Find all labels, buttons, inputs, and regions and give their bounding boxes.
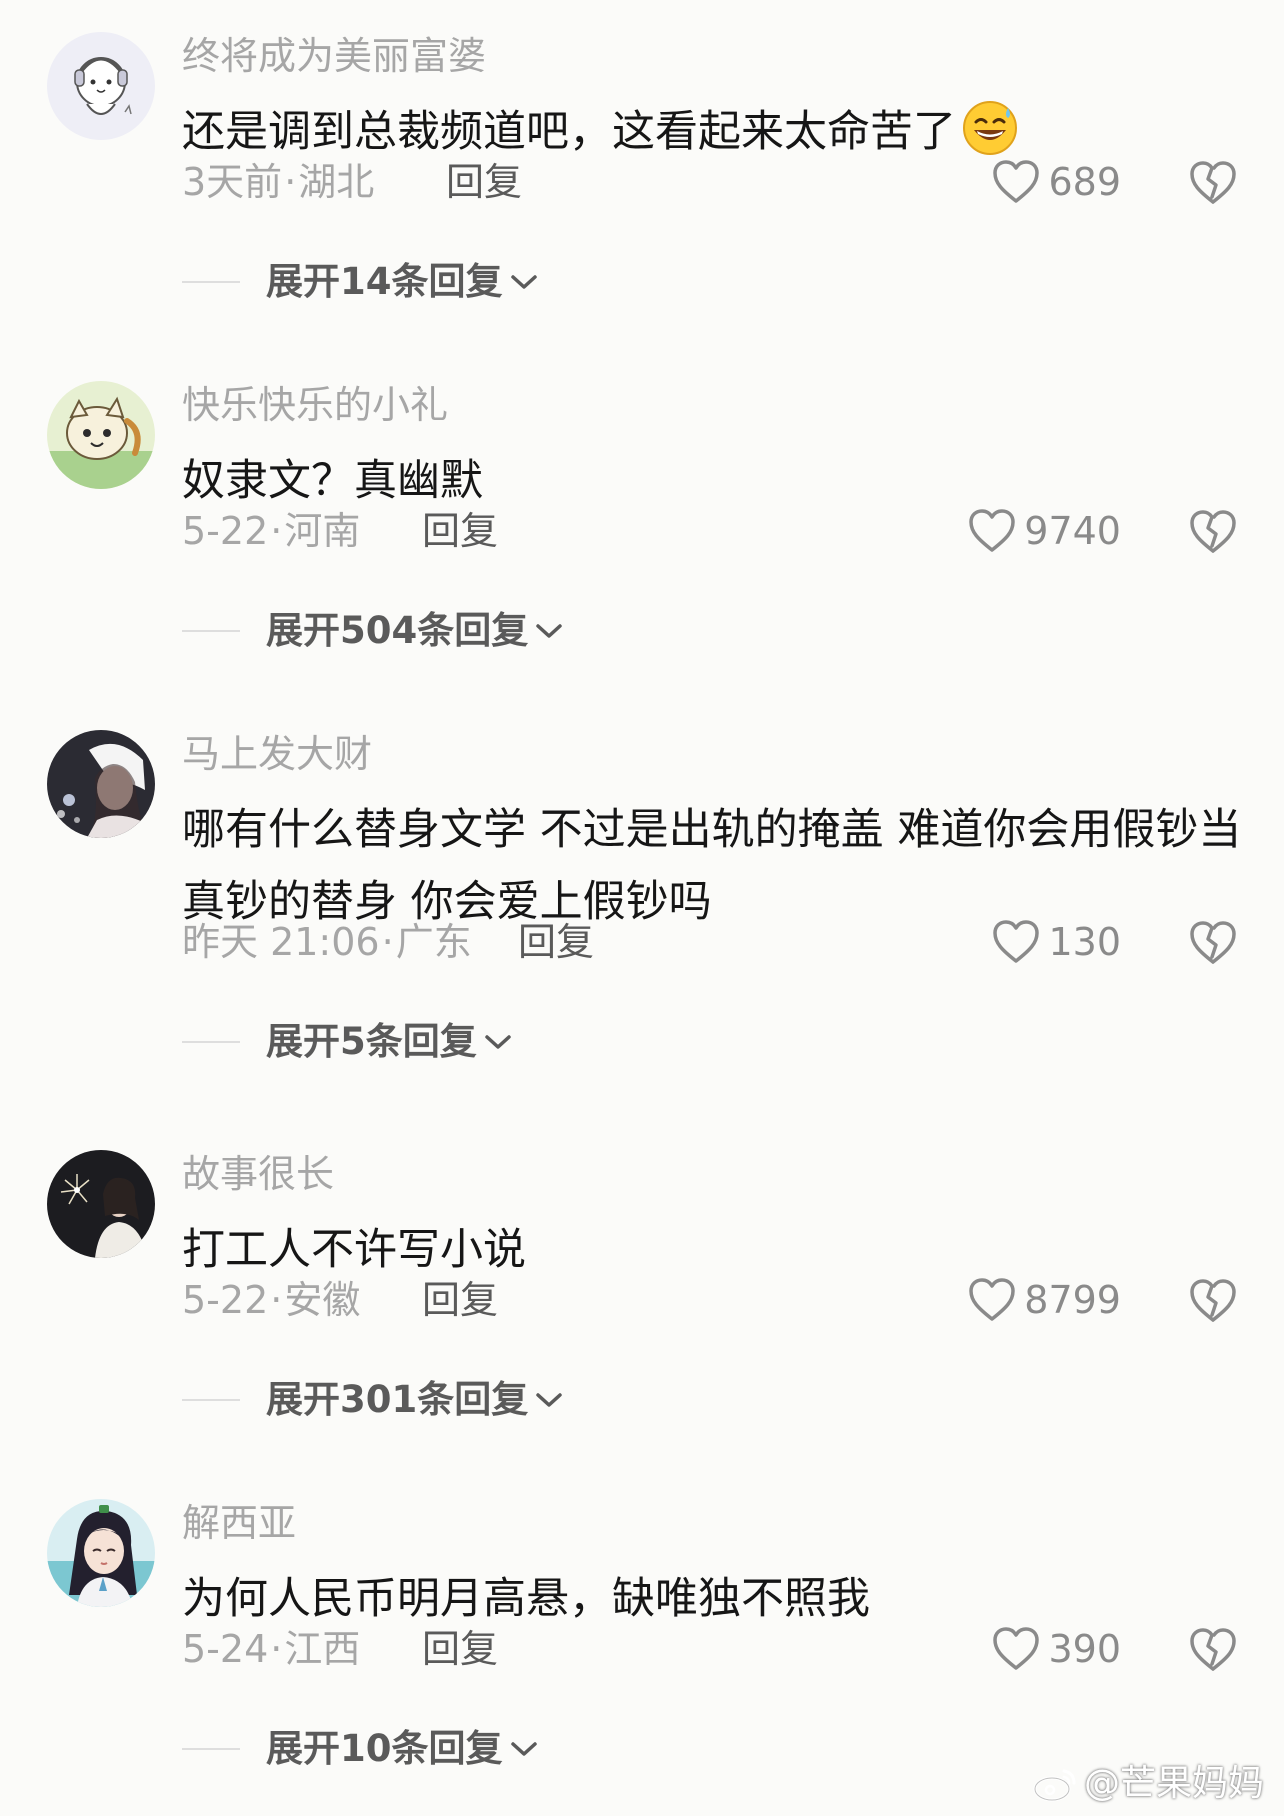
avatar-photo-image	[47, 1150, 155, 1258]
avatar-cat-headphones-image	[47, 32, 155, 140]
meta-separator: ·	[381, 920, 394, 964]
chevron-down-icon	[510, 275, 537, 289]
like-count: 689	[1048, 160, 1121, 204]
meta-separator: ·	[270, 1627, 283, 1671]
reply-button[interactable]: 回复	[422, 1625, 498, 1673]
avatar-photo-image	[47, 730, 155, 838]
chevron-down-icon	[536, 624, 562, 638]
username[interactable]: 快乐快乐的小礼	[182, 381, 448, 429]
user-avatar[interactable]	[47, 32, 155, 140]
comment-location: 安徽	[284, 1278, 361, 1322]
comment-meta: 5-24·江西	[182, 1625, 360, 1673]
comment-text-content: 奴隶文？真幽默	[182, 456, 483, 506]
like-count: 390	[1048, 1627, 1121, 1671]
comment-location: 河南	[284, 509, 361, 553]
user-avatar[interactable]	[47, 1499, 155, 1607]
avatar-cartoon-image	[47, 381, 155, 489]
like-count: 9740	[1024, 509, 1121, 553]
expand-replies-label: 展开10条回复	[266, 1727, 503, 1770]
comment-text-content: 哪有什么替身文学 不过是出轨的掩盖 难道你会用假钞当真钞的替身 你会爱上假钞吗	[182, 805, 1242, 927]
reply-button[interactable]: 回复	[422, 507, 498, 555]
grinning-sweat-emoji-icon	[963, 101, 1017, 155]
like-count: 130	[1048, 920, 1121, 964]
heart-outline-icon	[969, 1278, 1016, 1321]
expand-replies-button[interactable]: 展开5条回复	[182, 1018, 513, 1066]
comment-meta: 3天前·湖北	[182, 158, 374, 206]
heart-outline-icon	[993, 920, 1040, 963]
chevron-down-icon	[510, 1742, 537, 1756]
expand-replies-label: 展开14条回复	[266, 260, 503, 303]
like-button[interactable]: 130	[992, 917, 1121, 967]
meta-separator: ·	[270, 509, 283, 553]
expand-divider	[182, 1748, 240, 1750]
like-button[interactable]: 390	[992, 1624, 1121, 1674]
like-button[interactable]: 9740	[968, 506, 1121, 556]
watermark-text: @芒果妈妈	[1083, 1763, 1264, 1804]
meta-separator: ·	[284, 160, 297, 204]
avatar-anime-image	[47, 1499, 155, 1607]
expand-replies-button[interactable]: 展开14条回复	[182, 258, 539, 306]
comment-meta: 昨天 21:06·广东	[182, 918, 472, 966]
comment-date: 3天前	[182, 160, 283, 204]
watermark: @芒果妈妈	[1032, 1762, 1264, 1806]
user-avatar[interactable]	[47, 381, 155, 489]
expand-divider	[182, 281, 240, 283]
comment-location: 江西	[284, 1627, 361, 1671]
expand-divider	[182, 1041, 240, 1043]
heart-outline-icon	[993, 1627, 1040, 1670]
comment-text-content: 还是调到总裁频道吧，这看起来太命苦了	[182, 107, 956, 157]
comment-meta: 5-22·安徽	[182, 1276, 360, 1324]
chevron-down-icon	[485, 1035, 511, 1049]
expand-divider	[182, 1399, 240, 1401]
heart-outline-icon	[993, 160, 1040, 203]
username[interactable]: 解西亚	[182, 1499, 296, 1547]
comment-meta: 5-22·河南	[182, 507, 360, 555]
user-avatar[interactable]	[47, 1150, 155, 1258]
user-avatar[interactable]	[47, 730, 155, 838]
expand-replies-label: 展开301条回复	[266, 1378, 529, 1421]
expand-replies-button[interactable]: 展开10条回复	[182, 1725, 539, 1773]
username[interactable]: 马上发大财	[182, 730, 372, 778]
like-button[interactable]: 689	[992, 157, 1121, 207]
reply-button[interactable]: 回复	[518, 918, 594, 966]
broken-heart-icon[interactable]	[1188, 157, 1238, 207]
reply-button[interactable]: 回复	[446, 158, 522, 206]
expand-replies-button[interactable]: 展开504条回复	[182, 607, 564, 655]
like-button[interactable]: 8799	[968, 1275, 1121, 1325]
broken-heart-icon[interactable]	[1188, 506, 1238, 556]
expand-replies-label: 展开504条回复	[266, 609, 529, 652]
chevron-down-icon	[536, 1393, 562, 1407]
comment-text-content: 打工人不许写小说	[182, 1225, 526, 1275]
broken-heart-icon[interactable]	[1188, 917, 1238, 967]
expand-replies-label: 展开5条回复	[266, 1020, 477, 1063]
comment-text-content: 为何人民币明月高悬，缺唯独不照我	[182, 1574, 870, 1624]
comment-date: 昨天 21:06	[182, 920, 380, 964]
comment-location: 湖北	[298, 160, 375, 204]
like-count: 8799	[1024, 1278, 1121, 1322]
broken-heart-icon[interactable]	[1188, 1275, 1238, 1325]
broken-heart-icon[interactable]	[1188, 1624, 1238, 1674]
weibo-logo-icon	[1033, 1769, 1076, 1802]
expand-replies-button[interactable]: 展开301条回复	[182, 1376, 564, 1424]
username[interactable]: 故事很长	[182, 1150, 334, 1198]
comment-location: 广东	[395, 920, 472, 964]
expand-divider	[182, 630, 240, 632]
comment-date: 5-24	[182, 1627, 269, 1671]
meta-separator: ·	[270, 1278, 283, 1322]
reply-button[interactable]: 回复	[422, 1276, 498, 1324]
comment-date: 5-22	[182, 509, 269, 553]
comment-date: 5-22	[182, 1278, 269, 1322]
username[interactable]: 终将成为美丽富婆	[182, 32, 486, 80]
heart-outline-icon	[969, 509, 1016, 552]
